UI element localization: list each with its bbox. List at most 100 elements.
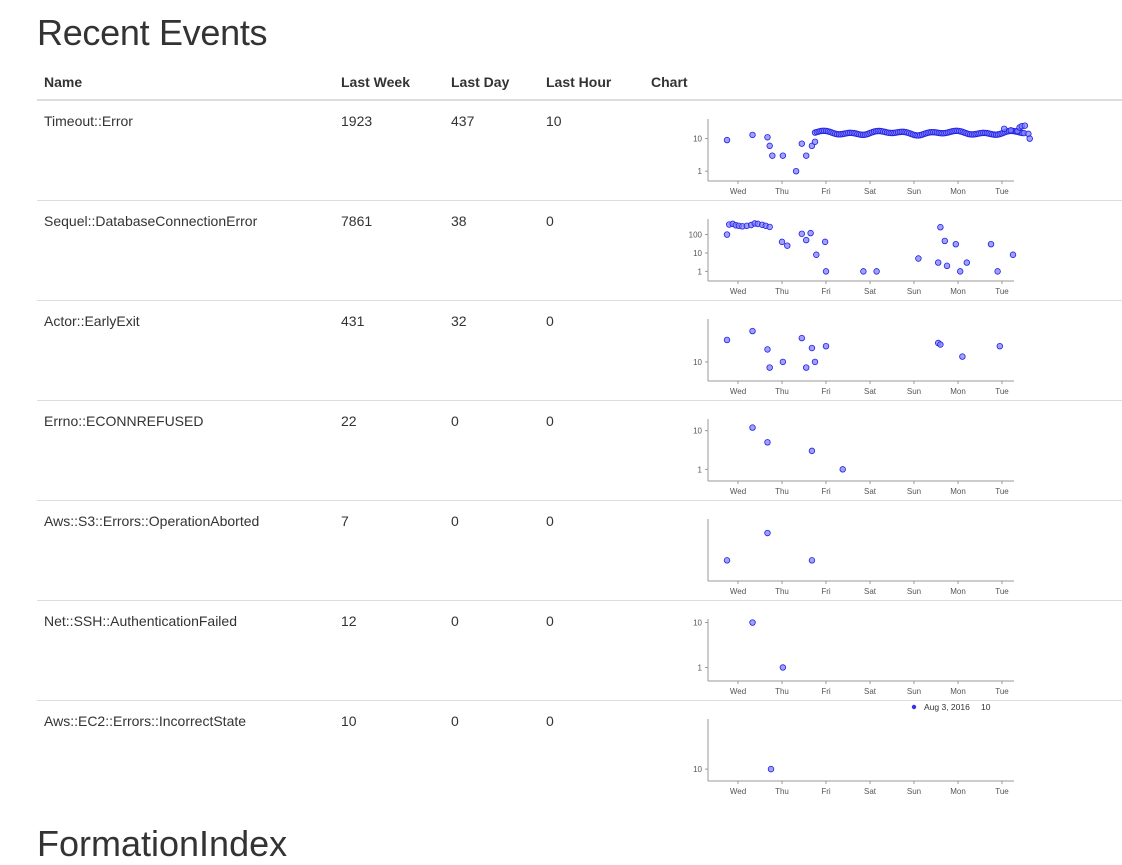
x-tick-label: Tue: [995, 387, 1009, 396]
x-tick-label: Mon: [950, 687, 966, 696]
tooltip-date: Aug 3, 2016: [924, 702, 970, 712]
column-header-last-week[interactable]: Last Week: [334, 65, 444, 101]
data-point: [798, 230, 805, 237]
last-week-count: 12: [334, 599, 444, 700]
data-point: [807, 229, 814, 236]
x-tick-label: Sat: [864, 687, 877, 696]
x-tick-label: Wed: [730, 687, 746, 696]
x-tick-label: Sun: [907, 387, 921, 396]
x-tick-label: Sat: [864, 787, 877, 796]
tooltip-value: 10: [981, 702, 991, 712]
y-tick-label: 1: [698, 465, 703, 474]
column-header-last-day[interactable]: Last Day: [444, 65, 539, 101]
x-tick-label: Fri: [821, 187, 831, 196]
data-point: [959, 352, 966, 360]
y-tick-label: 1: [698, 167, 703, 176]
chart-cell: Wed Thu Fri Sat Sun Mon Tue 10 1: [644, 399, 1122, 501]
x-tick-label: Mon: [950, 587, 966, 596]
data-point: [766, 142, 773, 150]
data-point: [764, 345, 771, 353]
data-point: [802, 363, 810, 371]
chart-tooltip: Aug 3, 2016 10: [911, 702, 991, 712]
data-point: [723, 230, 731, 238]
event-name[interactable]: Aws::S3::Errors::OperationAborted: [37, 499, 334, 600]
data-point: [935, 258, 942, 266]
y-tick-label: 1: [698, 663, 703, 672]
last-hour-count: 0: [539, 499, 644, 600]
section-title-formation-index: FormationIndex: [37, 823, 288, 864]
last-day-count: 38: [444, 199, 539, 300]
data-point: [798, 334, 805, 341]
x-tick-label: Sun: [907, 287, 921, 296]
column-header-name[interactable]: Name: [37, 65, 334, 101]
x-tick-label: Sun: [907, 587, 921, 596]
data-point: [860, 267, 867, 275]
x-tick-label: Sat: [864, 187, 877, 196]
last-day-count: 32: [444, 299, 539, 400]
event-name[interactable]: Aws::EC2::Errors::IncorrectState: [37, 699, 334, 800]
data-point: [779, 152, 787, 159]
event-name[interactable]: Errno::ECONNREFUSED: [37, 399, 334, 500]
x-tick-label: Mon: [950, 487, 966, 496]
event-chart[interactable]: Wed Thu Fri Sat Sun Mon Tue 10 Aug 3, 2016 10: [674, 701, 1034, 801]
table-row: Sequel::DatabaseConnectionError 7861 38 …: [37, 199, 1122, 301]
last-hour-count: 0: [539, 699, 644, 800]
event-name[interactable]: Timeout::Error: [37, 99, 334, 200]
event-chart[interactable]: Wed Thu Fri Sat Sun Mon Tue 10 1: [674, 401, 1034, 501]
event-chart[interactable]: Wed Thu Fri Sat Sun Mon Tue 10 1: [674, 101, 1034, 201]
data-point: [811, 358, 819, 365]
data-point: [766, 223, 773, 230]
data-point: [996, 342, 1003, 349]
chart-cell: Wed Thu Fri Sat Sun Mon Tue 10: [644, 299, 1122, 401]
event-chart[interactable]: Wed Thu Fri Sat Sun Mon Tue 10 1: [674, 601, 1034, 701]
event-chart[interactable]: Wed Thu Fri Sat Sun Mon Tue 10: [674, 301, 1034, 401]
x-tick-label: Fri: [821, 487, 831, 496]
x-tick-label: Thu: [775, 287, 789, 296]
data-point: [723, 136, 731, 144]
data-point: [915, 254, 922, 262]
data-point: [749, 131, 756, 139]
event-chart[interactable]: Wed Thu Fri Sat Sun Mon Tue: [674, 501, 1034, 601]
last-day-count: 0: [444, 499, 539, 600]
event-chart[interactable]: Wed Thu Fri Sat Sun Mon Tue 100 10 1: [674, 201, 1034, 301]
y-tick-label: 10: [693, 426, 702, 435]
x-tick-label: Tue: [995, 787, 1009, 796]
data-point: [766, 363, 773, 371]
x-tick-label: Tue: [995, 187, 1009, 196]
x-tick-label: Wed: [730, 487, 746, 496]
x-tick-label: Wed: [730, 387, 746, 396]
data-point: [1026, 135, 1033, 142]
y-tick-label: 10: [693, 135, 702, 144]
data-point: [723, 556, 731, 564]
data-point: [802, 152, 810, 159]
data-point: [764, 438, 771, 445]
x-tick-label: Sat: [864, 487, 877, 496]
last-day-count: 0: [444, 699, 539, 800]
data-point: [813, 251, 820, 258]
y-tick-label: 10: [693, 248, 702, 257]
data-point: [749, 423, 756, 431]
last-week-count: 7861: [334, 199, 444, 300]
x-tick-label: Thu: [775, 487, 789, 496]
x-tick-label: Tue: [995, 687, 1009, 696]
data-point: [808, 344, 816, 351]
data-point: [943, 262, 951, 269]
event-name[interactable]: Net::SSH::AuthenticationFailed: [37, 599, 334, 700]
last-week-count: 431: [334, 299, 444, 400]
event-name[interactable]: Sequel::DatabaseConnectionError: [37, 199, 334, 300]
event-name[interactable]: Actor::EarlyExit: [37, 299, 334, 400]
data-point: [764, 134, 771, 141]
data-point: [873, 267, 880, 275]
data-point: [821, 238, 829, 245]
x-tick-label: Thu: [775, 787, 789, 796]
column-header-last-hour[interactable]: Last Hour: [539, 65, 644, 101]
table-row: Aws::EC2::Errors::IncorrectState 10 0 0 …: [37, 699, 1122, 801]
x-tick-label: Mon: [950, 287, 966, 296]
events-table: Name Last Week Last Day Last Hour Chart …: [37, 65, 1122, 800]
x-tick-label: Fri: [821, 787, 831, 796]
chart-cell: Wed Thu Fri Sat Sun Mon Tue 10 1: [644, 599, 1122, 701]
data-point: [779, 358, 787, 365]
x-tick-label: Tue: [995, 287, 1009, 296]
data-point: [822, 342, 830, 349]
data-point: [808, 447, 816, 454]
